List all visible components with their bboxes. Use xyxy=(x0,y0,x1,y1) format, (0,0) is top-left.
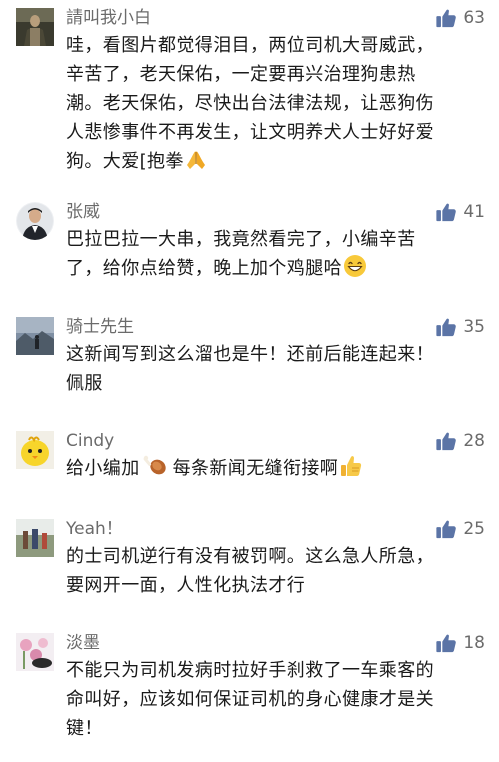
avatar[interactable] xyxy=(16,317,54,355)
comment-line: 人悲惨事件不再发生，让文明养犬人士好好爱 xyxy=(66,122,434,143)
landscape-avatar-icon xyxy=(16,317,54,355)
comment-text: 哇，看图片都觉得泪目，两位司机大哥威武， 辛苦了，老天保佑，一定要再兴治理狗患热… xyxy=(66,31,484,176)
thumbs-up-icon xyxy=(435,430,457,452)
avatar[interactable] xyxy=(16,431,54,469)
like-count: 41 xyxy=(463,202,485,222)
comment-line: 不能只为司机发病时拉好手刹救了一车乘客的 xyxy=(66,660,434,681)
grinning-face-emoji-icon xyxy=(344,255,366,277)
avatar[interactable] xyxy=(16,202,54,240)
comment-text: 的士司机逆行有没有被罚啊。这么急人所急， 要网开一面，人性化执法才行 xyxy=(66,542,484,600)
avatar[interactable] xyxy=(16,8,54,46)
like-count: 28 xyxy=(463,431,485,451)
comment-line: 佩服 xyxy=(66,373,103,394)
comment-line: 狗。大爱[抱拳 xyxy=(66,151,184,172)
comment-line: 了，给你点给赞，晚上加个鸡腿哈 xyxy=(66,258,342,279)
comment-author[interactable]: 骑士先生 xyxy=(66,317,134,337)
like-button[interactable]: 25 xyxy=(435,518,485,540)
comment-line: 每条新闻无缝衔接啊 xyxy=(172,458,339,479)
avatar[interactable] xyxy=(16,519,54,557)
comment-author[interactable]: 张威 xyxy=(66,202,100,222)
comment-text: 不能只为司机发病时拉好手刹救了一车乘客的 命叫好，应该如何保证司机的身心健康才是… xyxy=(66,656,484,743)
thumbs-up-icon xyxy=(435,518,457,540)
comment-text: 这新闻写到这么溜也是牛！还前后能连起来！ 佩服 xyxy=(66,340,484,398)
like-button[interactable]: 63 xyxy=(435,7,485,29)
like-button[interactable]: 28 xyxy=(435,430,485,452)
comment-text: 给小编加 每条新闻无缝衔接啊 xyxy=(66,454,484,483)
dark-portrait-avatar-icon xyxy=(16,8,54,46)
yellow-chick-avatar-icon xyxy=(16,431,54,469)
comment-author[interactable]: 淡墨 xyxy=(66,633,100,653)
like-button[interactable]: 41 xyxy=(435,201,485,223)
comment-line: 这新闻写到这么溜也是牛！还前后能连起来！ xyxy=(66,344,434,365)
comment-text: 巴拉巴拉一大串，我竟然看完了，小编辛苦 了，给你点给赞，晚上加个鸡腿哈 xyxy=(66,225,484,283)
chicken-leg-emoji-icon xyxy=(143,455,166,475)
thumbs-up-icon xyxy=(435,7,457,29)
thumbs-up-icon xyxy=(435,316,457,338)
comment-line: 的士司机逆行有没有被罚啊。这么急人所急， xyxy=(66,546,434,567)
thumbs-up-icon xyxy=(435,632,457,654)
comment-author[interactable]: Cindy xyxy=(66,431,114,451)
comment-line: 命叫好，应该如何保证司机的身心健康才是关 xyxy=(66,689,434,710)
like-count: 63 xyxy=(463,8,485,28)
thumbs-up-emoji-icon xyxy=(341,456,362,476)
comment-line: 巴拉巴拉一大串，我竟然看完了，小编辛苦 xyxy=(66,229,416,250)
thumbs-up-icon xyxy=(435,201,457,223)
flower-avatar-icon xyxy=(16,633,54,671)
avatar[interactable] xyxy=(16,633,54,671)
comment-line: 键！ xyxy=(66,718,103,739)
comment-line: 潮。老天保佑，尽快出台法律法规，让恶狗伤 xyxy=(66,93,434,114)
man-in-suit-avatar-icon xyxy=(16,202,54,240)
like-button[interactable]: 18 xyxy=(435,632,485,654)
like-count: 35 xyxy=(463,317,485,337)
comment-line: 辛苦了，老天保佑，一定要再兴治理狗患热 xyxy=(66,64,416,85)
like-count: 18 xyxy=(463,633,485,653)
comment-line: 要网开一面，人性化执法才行 xyxy=(66,575,306,596)
like-button[interactable]: 35 xyxy=(435,316,485,338)
comment-line: 哇，看图片都觉得泪目，两位司机大哥威武， xyxy=(66,35,434,56)
outdoor-photo-avatar-icon xyxy=(16,519,54,557)
comment-line: 给小编加 xyxy=(66,458,140,479)
comment-author[interactable]: 請叫我小白 xyxy=(66,8,151,28)
like-count: 25 xyxy=(463,519,485,539)
folded-hands-emoji-icon xyxy=(186,151,205,169)
comment-author[interactable]: Yeah！ xyxy=(66,519,123,539)
